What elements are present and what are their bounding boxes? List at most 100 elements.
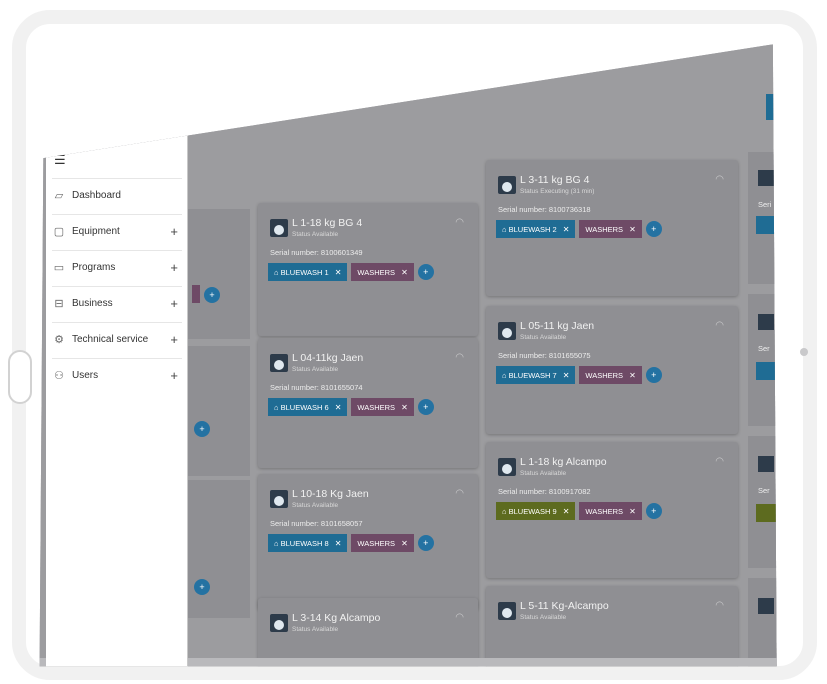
tag-label: WASHERS xyxy=(585,224,624,234)
serial-number: Serial number: 8100601349 xyxy=(270,248,363,257)
tag-bluewash[interactable]: ⌂ BLUEWASH 7 ✕ xyxy=(496,366,576,384)
equipment-name: L 04-11kg Jaen xyxy=(292,352,364,364)
menu-item-dashboard[interactable]: ▱ Dashboard xyxy=(52,178,182,212)
add-tag-button[interactable]: + xyxy=(645,221,662,237)
equipment-name: L 3-11 kg BG 4 xyxy=(520,174,590,186)
briefcase-icon: ⊟ xyxy=(54,298,64,310)
washer-icon xyxy=(270,219,288,237)
tag-label: WASHERS xyxy=(585,506,624,516)
washer-icon xyxy=(270,490,288,508)
tag-label: BLUEWASH 1 xyxy=(280,267,329,277)
tag-label: BLUEWASH 2 xyxy=(508,224,557,234)
tag-washers[interactable]: WASHERS ✕ xyxy=(579,366,642,384)
expand-icon[interactable]: + xyxy=(170,260,178,275)
tag-bluewash[interactable]: ⌂ BLUEWASH 9 ✕ xyxy=(496,502,576,520)
equipment-card[interactable]: ◠ L 1-18 kg Alcampo Status Available Ser… xyxy=(486,442,738,578)
tag-washers[interactable]: WASHERS ✕ xyxy=(579,220,642,238)
wifi-icon: ◠ xyxy=(455,612,464,623)
tag-washers[interactable]: WASHERS ✕ xyxy=(351,398,414,416)
equipment-card[interactable]: ◠ L 05-11 kg Jaen Status Available Seria… xyxy=(486,306,738,434)
equipment-name: L 1-18 kg BG 4 xyxy=(292,217,363,229)
equipment-status: Status Available xyxy=(292,366,339,373)
tag-washers[interactable]: WASHERS ✕ xyxy=(579,502,642,520)
washer-icon xyxy=(758,170,774,186)
add-tag-button[interactable]: + xyxy=(645,367,662,383)
washer-icon xyxy=(498,176,516,194)
menu-item-users[interactable]: ⚇ Users + xyxy=(52,358,182,392)
menu-item-programs[interactable]: ▭ Programs + xyxy=(52,250,182,284)
add-tag-button[interactable]: + xyxy=(204,287,220,303)
remove-tag-icon[interactable]: ✕ xyxy=(563,225,570,234)
add-tag-button[interactable]: + xyxy=(417,264,434,280)
program-icon: ▭ xyxy=(53,262,65,274)
serial-number: Serial number: 8100917082 xyxy=(498,487,591,496)
equipment-name: L 3-14 Kg Alcampo xyxy=(292,612,381,624)
tag-washers[interactable]: WASHERS ✕ xyxy=(351,534,414,552)
equipment-status: Status Executing (31 min) xyxy=(520,188,595,195)
equipment-status: Status Available xyxy=(292,502,339,509)
equipment-status: Status Available xyxy=(520,334,567,341)
expand-icon[interactable]: + xyxy=(170,332,178,347)
remove-tag-icon[interactable]: ✕ xyxy=(629,371,636,380)
tag-list: ⌂ BLUEWASH 2 ✕ WASHERS ✕ + xyxy=(496,220,662,238)
partial-chip xyxy=(192,285,200,303)
remove-tag-icon[interactable]: ✕ xyxy=(563,507,570,516)
washer-icon xyxy=(758,598,774,614)
equipment-status: Status Available xyxy=(292,626,339,633)
tag-bluewash[interactable]: ⌂ BLUEWASH 6 ✕ xyxy=(268,398,348,416)
add-tag-button[interactable]: + xyxy=(417,399,434,415)
equipment-name: L 1-18 kg Alcampo xyxy=(520,456,607,468)
add-tag-button[interactable]: + xyxy=(194,579,210,595)
wifi-icon: ◠ xyxy=(455,488,464,499)
add-tag-button[interactable]: + xyxy=(194,421,210,437)
equipment-card[interactable]: ◠ L 3-11 kg BG 4 Status Executing (31 mi… xyxy=(486,160,738,296)
equipment-status: Status Available xyxy=(520,614,567,621)
equipment-card[interactable]: ◠ L 1-18 kg BG 4 Status Available Serial… xyxy=(258,203,478,336)
expand-icon[interactable]: + xyxy=(170,296,178,311)
wifi-icon: ◠ xyxy=(715,456,724,467)
add-tag-button[interactable]: + xyxy=(645,503,662,519)
partial-chip xyxy=(756,362,777,380)
remove-tag-icon[interactable]: ✕ xyxy=(401,268,408,277)
equipment-card[interactable]: ◠ L 10-18 Kg Jaen Status Available Seria… xyxy=(258,474,478,610)
wifi-icon: ◠ xyxy=(455,352,464,363)
menu-label: Equipment xyxy=(72,226,120,237)
tag-list: ⌂ BLUEWASH 7 ✕ WASHERS ✕ + xyxy=(496,366,662,384)
serial-number: Serial number: 8101655074 xyxy=(270,383,363,392)
equipment-card[interactable]: ◠ L 04-11kg Jaen Status Available Serial… xyxy=(258,338,478,468)
add-tag-button[interactable]: + xyxy=(417,535,434,551)
tag-list: ⌂ BLUEWASH 8 ✕ WASHERS ✕ + xyxy=(268,534,434,552)
partial-card-left-1: + xyxy=(188,209,250,339)
serial-number: Seri xyxy=(758,200,772,209)
remove-tag-icon[interactable]: ✕ xyxy=(629,225,636,234)
menu-item-business[interactable]: ⊟ Business + xyxy=(52,286,182,320)
remove-tag-icon[interactable]: ✕ xyxy=(335,268,342,277)
tag-label: BLUEWASH 9 xyxy=(508,506,557,516)
tag-washers[interactable]: WASHERS ✕ xyxy=(351,263,414,281)
remove-tag-icon[interactable]: ✕ xyxy=(563,371,570,380)
remove-tag-icon[interactable]: ✕ xyxy=(629,507,636,516)
tag-label: BLUEWASH 8 xyxy=(280,538,329,548)
partial-card-left-3: + xyxy=(188,480,250,618)
washer-icon xyxy=(758,314,774,330)
tag-list: ⌂ BLUEWASH 6 ✕ WASHERS ✕ + xyxy=(268,398,434,416)
expand-icon[interactable]: + xyxy=(170,224,178,239)
menu-label: Business xyxy=(72,298,113,309)
menu-item-equipment[interactable]: ▢ Equipment + xyxy=(52,214,182,248)
tag-bluewash[interactable]: ⌂ BLUEWASH 8 ✕ xyxy=(268,534,348,552)
remove-tag-icon[interactable]: ✕ xyxy=(335,539,342,548)
tag-bluewash[interactable]: ⌂ BLUEWASH 2 ✕ xyxy=(496,220,576,238)
washer-icon xyxy=(758,456,774,472)
tablet-stage: + + + ◠ L 1-18 kg BG 4 Status Available … xyxy=(0,0,827,684)
partial-chip xyxy=(756,504,777,522)
tag-label: WASHERS xyxy=(585,370,624,380)
tag-label: BLUEWASH 7 xyxy=(508,370,557,380)
menu-label: Dashboard xyxy=(72,190,121,201)
tag-bluewash[interactable]: ⌂ BLUEWASH 1 ✕ xyxy=(268,263,348,281)
menu-item-technical-service[interactable]: ⚙ Technical service + xyxy=(52,322,182,356)
wifi-icon: ◠ xyxy=(715,320,724,331)
remove-tag-icon[interactable]: ✕ xyxy=(335,403,342,412)
remove-tag-icon[interactable]: ✕ xyxy=(401,403,408,412)
remove-tag-icon[interactable]: ✕ xyxy=(401,539,408,548)
expand-icon[interactable]: + xyxy=(170,368,178,383)
